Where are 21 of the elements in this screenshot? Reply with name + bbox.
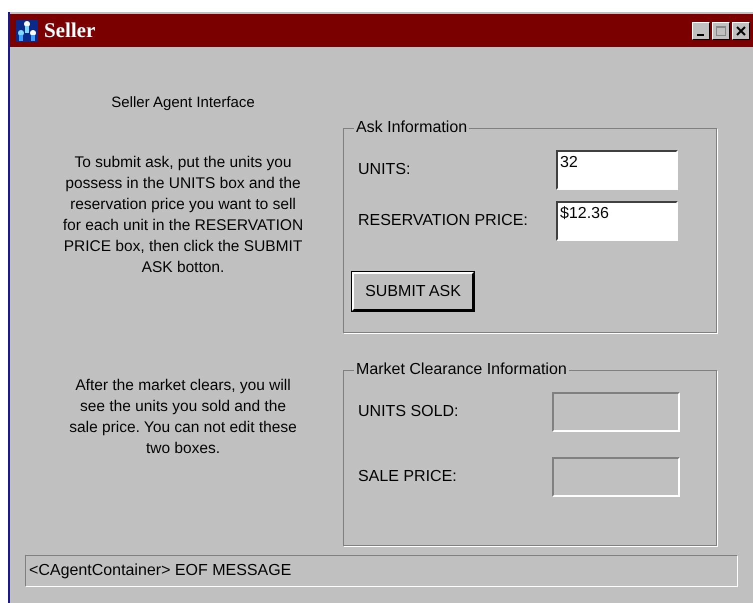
minimize-button[interactable]	[692, 22, 710, 40]
window-title: Seller	[44, 18, 96, 43]
group-title: Market Clearance Information	[355, 361, 568, 379]
close-icon	[736, 26, 746, 36]
field-label: UNITS:	[357, 161, 410, 179]
clearance-note: After the market clears, you will see the units you sold and the sale price. You can not edit these two boxes.	[68, 376, 298, 459]
field-label: UNITS SOLD:	[357, 403, 458, 421]
close-button[interactable]	[732, 22, 750, 40]
submit-ask-button[interactable]: SUBMIT ASK	[352, 272, 474, 311]
instructions-text: To submit ask, put the units you possess in the UNITS box and the reservation price you want to sell for each unit in the RESERVATION PRICE box, then click the SUBMIT ASK botton.	[62, 153, 304, 278]
minimize-icon	[696, 34, 704, 36]
field-label: SALE PRICE:	[357, 468, 457, 486]
app-icon	[16, 20, 38, 42]
status-bar: <CAgentContainer> EOF MESSAGE	[25, 555, 738, 587]
interface-heading: Seller Agent Interface	[111, 94, 255, 111]
input-field[interactable]: 32	[556, 150, 678, 190]
field-label: RESERVATION PRICE:	[357, 212, 528, 230]
maximize-icon	[716, 26, 726, 36]
input-field[interactable]: $12.36	[556, 201, 678, 241]
group-title: Ask Information	[355, 119, 468, 137]
maximize-button[interactable]	[712, 22, 730, 40]
